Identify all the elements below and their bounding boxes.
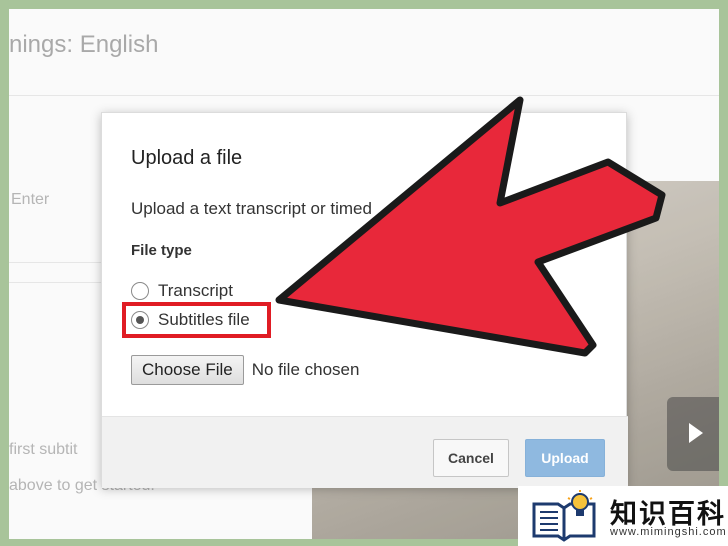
radio-label: Transcript [158,281,233,300]
dialog-description: Upload a text transcript or timed [131,199,372,218]
dialog-title: Upload a file [131,147,243,169]
book-lightbulb-icon [532,490,596,542]
dialog-footer: Cancel Upload [102,416,628,488]
upload-dialog: Upload a file Upload a text transcript o… [101,112,628,488]
choose-file-button[interactable]: Choose File [131,355,244,385]
watermark-logo: 知识百科 www.mimingshi.com [518,486,728,546]
upload-button[interactable]: Upload [525,439,605,477]
file-picker: Choose File No file chosen [131,355,359,385]
file-type-label: File type [131,242,192,259]
file-status: No file chosen [251,360,360,379]
radio-transcript[interactable]: Transcript [131,281,233,301]
screenshot-frame: nings: English Enter first subtit above … [9,9,719,539]
highlight-box [122,302,271,338]
radio-button[interactable] [131,282,149,300]
watermark-url: www.mimingshi.com [610,526,727,538]
cancel-button[interactable]: Cancel [433,439,509,477]
